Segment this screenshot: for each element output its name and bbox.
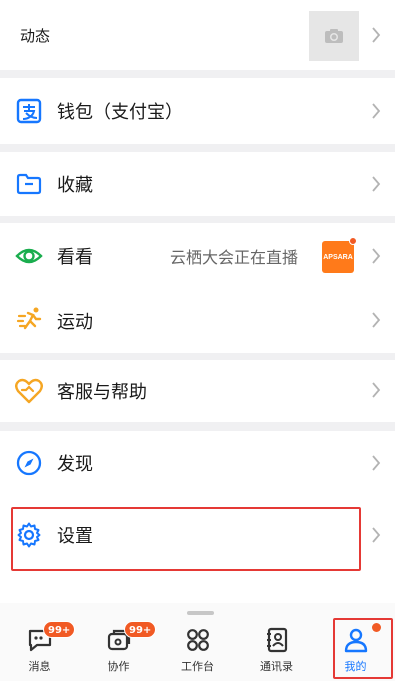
support-label: 客服与帮助 [57, 382, 147, 403]
sport-label: 运动 [57, 312, 93, 333]
watch-row[interactable]: 看看 云栖大会正在直播 APSARA [0, 223, 395, 289]
chevron-right-icon [371, 247, 385, 267]
chevron-right-icon [371, 454, 385, 474]
watch-live-text: 云栖大会正在直播 [170, 248, 299, 267]
chevron-right-icon [371, 175, 385, 195]
tab-label: 协作 [107, 660, 130, 673]
favorites-label: 收藏 [57, 175, 93, 196]
unread-badge: 99+ [124, 621, 157, 638]
chevron-right-icon [371, 526, 385, 546]
eye-icon [15, 242, 43, 270]
running-icon [15, 305, 43, 333]
compass-icon [15, 449, 43, 477]
support-row[interactable]: 客服与帮助 [0, 360, 395, 422]
tab-label: 消息 [28, 660, 51, 673]
grid-icon [183, 625, 213, 655]
tab-collaboration[interactable]: 协作 99+ [79, 603, 158, 681]
folder-icon [15, 170, 43, 198]
watch-label: 看看 [57, 247, 93, 268]
sport-row[interactable]: 运动 [0, 289, 395, 353]
favorites-section: 收藏 [0, 152, 395, 216]
unread-badge: 99+ [43, 621, 76, 638]
wallet-section: 钱包（支付宝） [0, 78, 395, 144]
tab-messages[interactable]: 消息 99+ [0, 603, 79, 681]
discover-row[interactable]: 发现 [0, 431, 395, 495]
tab-contacts[interactable]: 通讯录 [237, 603, 316, 681]
support-section: 客服与帮助 [0, 360, 395, 422]
heart-handshake-icon [15, 377, 43, 405]
chevron-right-icon [371, 311, 385, 331]
apsara-thumb-text: APSARA [323, 253, 353, 261]
moments-section: 动态 [0, 0, 395, 70]
camera-icon [325, 29, 343, 43]
moments-label: 动态 [20, 26, 51, 45]
apsara-thumbnail[interactable]: APSARA [322, 241, 354, 273]
alipay-icon [15, 97, 43, 125]
wallet-row[interactable]: 钱包（支付宝） [0, 78, 395, 144]
chevron-right-icon [371, 102, 385, 122]
moments-row[interactable]: 动态 [0, 0, 395, 70]
discover-label: 发现 [57, 454, 93, 475]
me-tab-highlight-box [333, 618, 393, 679]
tab-label: 工作台 [181, 660, 214, 673]
chevron-right-icon [371, 26, 385, 46]
settings-highlight-box [11, 507, 361, 571]
watch-sport-section: 看看 云栖大会正在直播 APSARA 运动 [0, 223, 395, 353]
favorites-row[interactable]: 收藏 [0, 152, 395, 216]
drag-handle[interactable] [187, 611, 214, 615]
wallet-label: 钱包（支付宝） [57, 102, 183, 123]
tab-label: 通讯录 [260, 660, 293, 673]
moments-photo-thumbnail[interactable] [309, 11, 359, 61]
contacts-book-icon [262, 625, 292, 655]
live-dot [349, 237, 357, 245]
chevron-right-icon [371, 381, 385, 401]
